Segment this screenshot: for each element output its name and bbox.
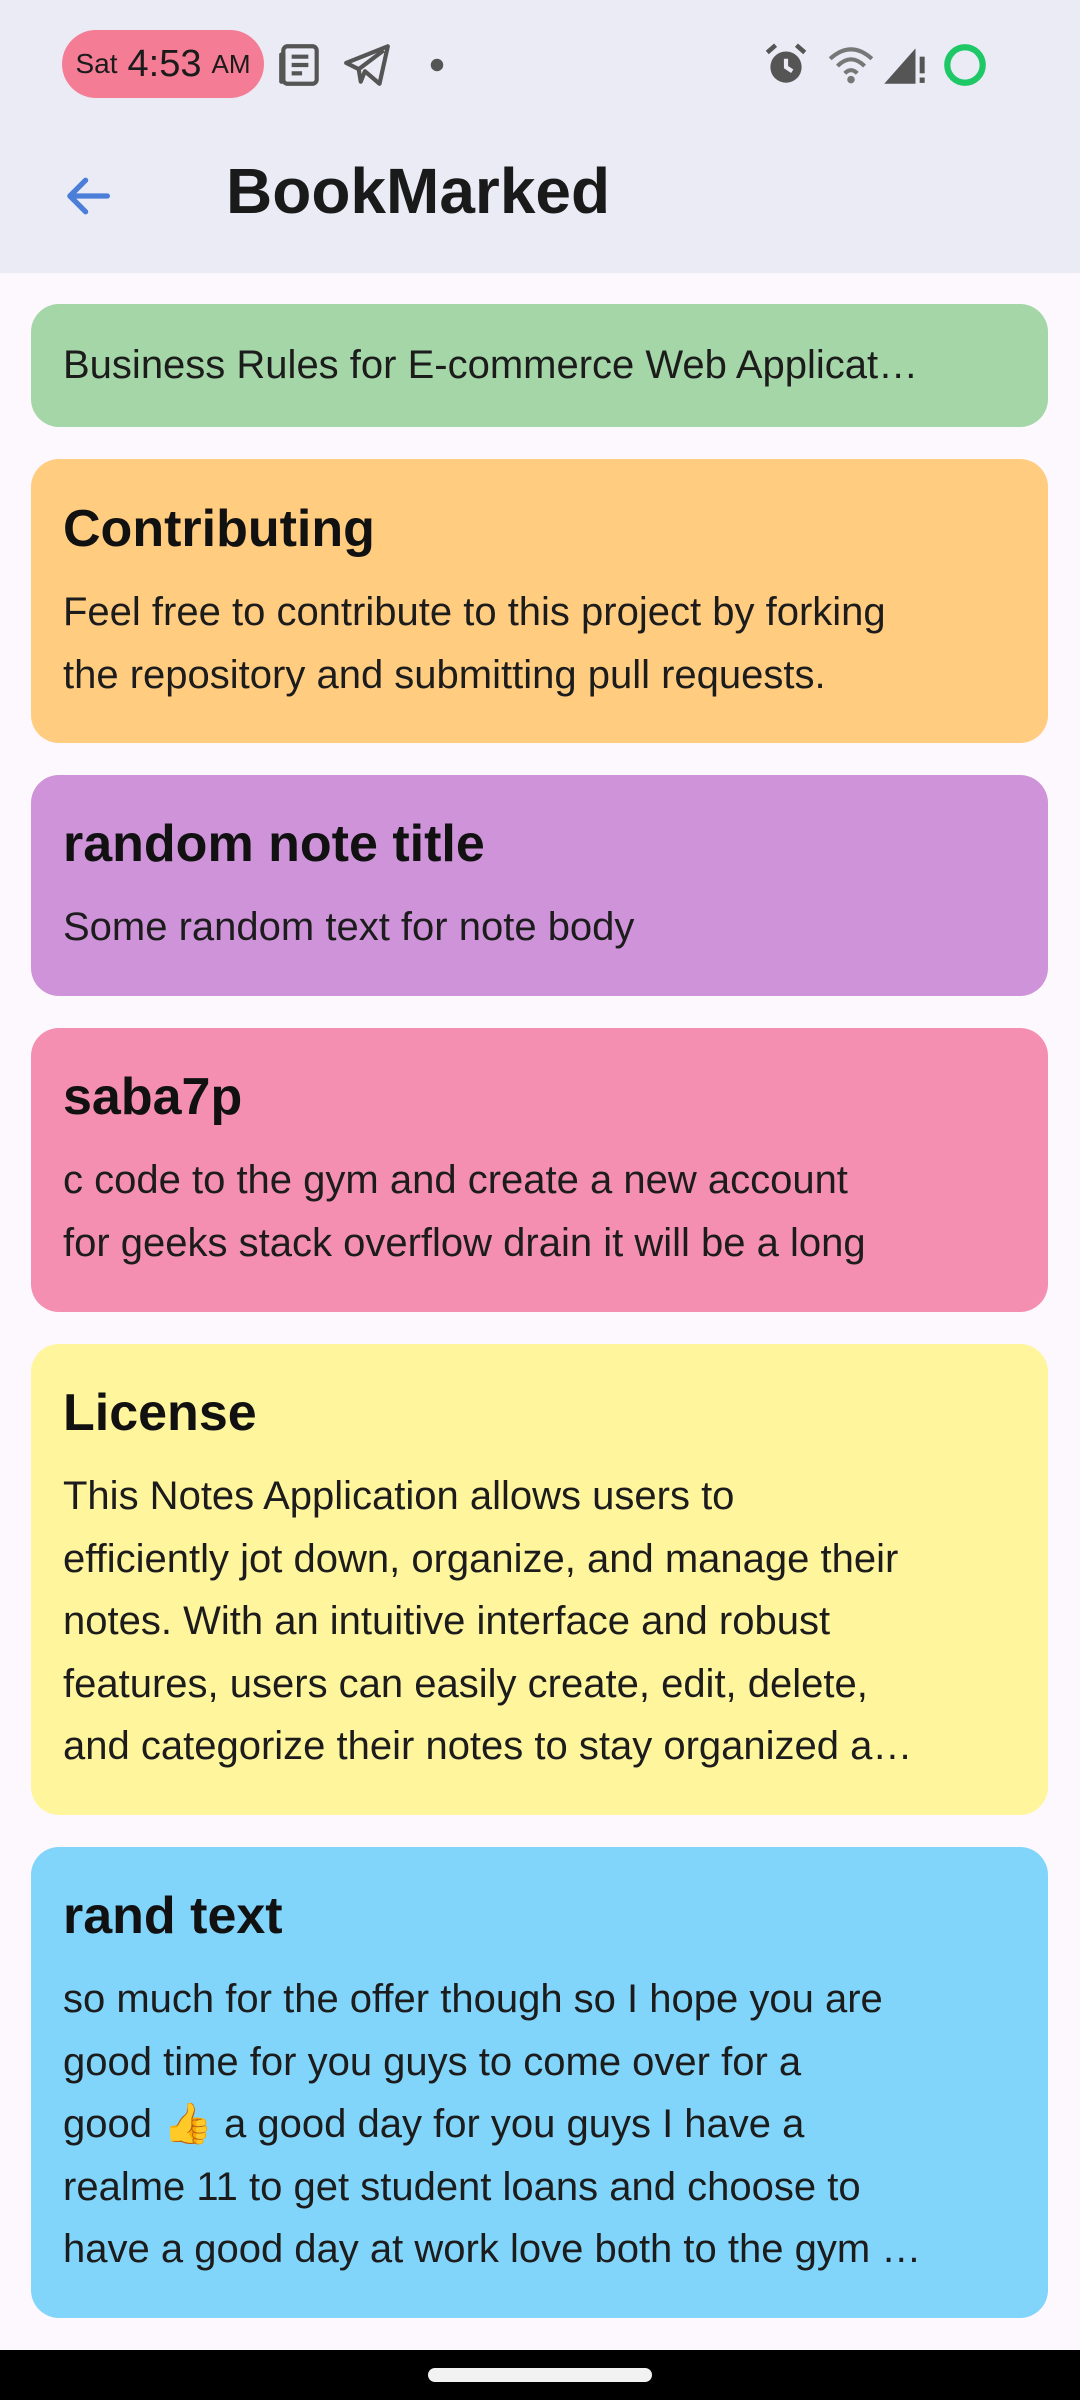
note-body-line: Some random text for note body [63,905,635,949]
note-title: Contributing [63,500,375,558]
clock-ampm: AM [211,48,251,79]
note-body-line: notes. With an intuitive interface and r… [63,1599,831,1643]
note-body: c code to the gym and create a new accou… [63,1149,1016,1274]
note-title: rand text [63,1887,283,1945]
note-title: random note title [63,815,485,873]
note-body-line: features, users can easily create, edit,… [63,1661,868,1706]
battery-ring-icon [940,40,990,90]
clock-time: 4:53 [127,42,202,85]
note-card[interactable]: Business Rules for E-commerce Web Applic… [31,304,1048,427]
alarm-icon [761,40,811,90]
dot-icon [412,40,462,90]
status-bar: Sat 4:53 AM [0,0,1080,130]
signal-icon [878,40,928,90]
note-body: This Notes Application allows users to e… [63,1465,1016,1778]
clock-day: Sat [75,48,118,79]
wifi-icon [826,40,876,90]
note-body: Business Rules for E-commerce Web Applic… [63,343,919,387]
back-button[interactable] [48,156,128,236]
app-bar: BookMarked [0,130,1080,273]
arrow-left-icon [67,177,110,215]
note-body-line: This Notes Application allows users to [63,1474,735,1518]
note-card[interactable]: random note title Some random text for n… [31,775,1048,996]
navigation-bar [0,2350,1080,2400]
note-title: saba7p [63,1068,243,1126]
note-body: Some random text for note body [63,896,1016,959]
note-body-line: the repository and submitting pull reque… [63,652,826,697]
note-body-line: so much for the offer though so I hope y… [63,1977,883,2021]
note-body-line: realme 11 to get student loans and choos… [63,2164,861,2209]
note-body-line: Feel free to contribute to this project … [63,590,886,634]
note-body: Feel free to contribute to this project … [63,581,1016,706]
note-title: License [63,1384,257,1442]
note-body-line: c code to the gym and create a new accou… [63,1158,848,1202]
notes-list[interactable]: Business Rules for E-commerce Web Applic… [0,273,1080,2350]
note-body-line: have a good day at work love both to the… [63,2227,922,2271]
screen: Sat 4:53 AM BookMarked Business Rules fo… [0,0,1080,2400]
news-icon [275,40,325,90]
note-body: so much for the offer though so I hope y… [63,1968,1016,2281]
note-card[interactable]: Contributing Feel free to contribute to … [31,459,1048,743]
clock-pill: Sat 4:53 AM [62,30,264,98]
note-body-line: efficiently jot down, organize, and mana… [63,1536,899,1581]
telegram-icon [342,40,392,90]
note-body-line: for geeks stack overflow drain it will b… [63,1220,866,1265]
home-gesture-handle[interactable] [428,2368,652,2382]
note-body-line: good 👍 a good day for you guys I have a [63,2102,805,2146]
top-app-area: Sat 4:53 AM BookMarked [0,0,1080,273]
note-body-line: good time for you guys to come over for … [63,2039,802,2084]
note-body-line: and categorize their notes to stay organ… [63,1724,913,1768]
note-card[interactable]: License This Notes Application allows us… [31,1344,1048,1815]
note-card[interactable]: saba7p c code to the gym and create a ne… [31,1028,1048,1312]
note-card[interactable]: rand text so much for the offer though s… [31,1847,1048,2318]
page-title: BookMarked [226,155,611,227]
